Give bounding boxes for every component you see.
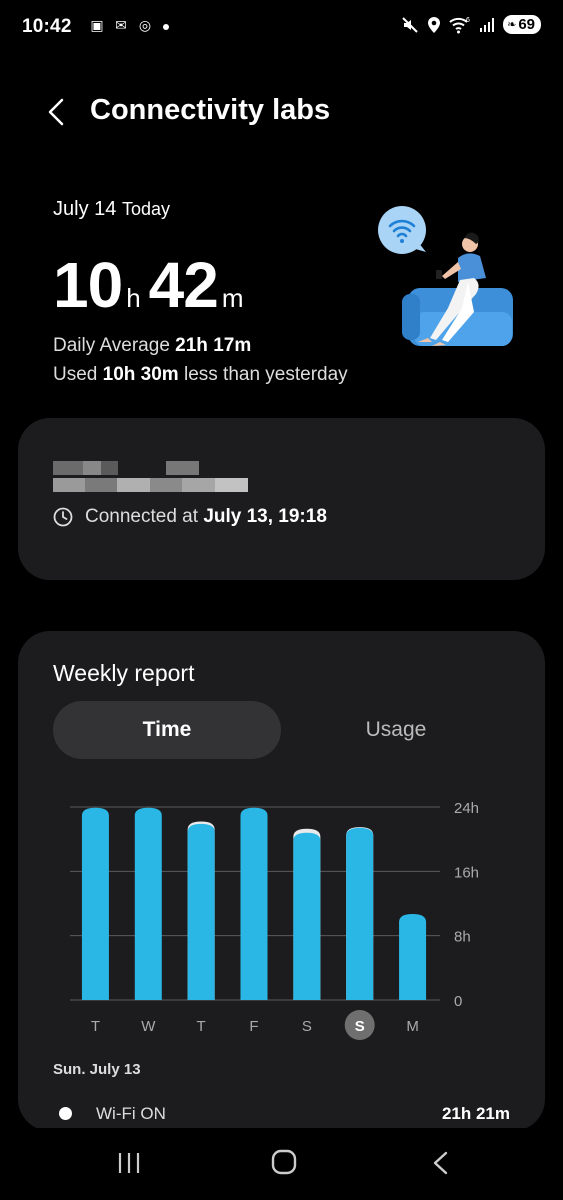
bar bbox=[240, 807, 268, 1000]
weekly-bar-chart: 24h 16h 8h 0 T W T F S S M bbox=[70, 800, 479, 1040]
chevron-left-icon bbox=[48, 98, 64, 126]
bar bbox=[81, 807, 109, 1000]
hours-unit: h bbox=[126, 283, 141, 313]
notification-dot bbox=[163, 24, 169, 30]
summary-date: July 14 Today bbox=[53, 198, 170, 221]
minutes-unit: m bbox=[221, 283, 244, 313]
x-tick-label: T bbox=[197, 1018, 206, 1035]
y-tick-label: 0 bbox=[454, 993, 462, 1010]
recents-icon bbox=[118, 1153, 140, 1173]
home-button[interactable] bbox=[270, 1148, 298, 1176]
x-tick-label: F bbox=[249, 1018, 258, 1035]
used-suffix: less than yesterday bbox=[183, 364, 348, 385]
network-name-redacted bbox=[53, 461, 248, 495]
y-tick-label: 16h bbox=[454, 864, 479, 881]
clock-icon bbox=[53, 507, 73, 527]
total-time: 10 h 42 m bbox=[53, 248, 252, 322]
legend-label: Wi-Fi ON bbox=[96, 1104, 166, 1123]
signal-icon bbox=[480, 17, 495, 32]
back-button[interactable] bbox=[44, 96, 68, 128]
connection-card[interactable] bbox=[18, 418, 545, 580]
recents-button[interactable] bbox=[116, 1150, 142, 1176]
svg-text:6: 6 bbox=[466, 17, 470, 24]
status-icons-left: ▣ ✉ ◎ bbox=[88, 16, 154, 34]
page-title: Connectivity labs bbox=[90, 94, 331, 126]
legend-value: 21h 21m bbox=[441, 1104, 510, 1123]
bar bbox=[293, 832, 321, 1000]
status-time: 10:42 bbox=[22, 16, 72, 37]
connected-at: Connected at July 13, 19:18 bbox=[53, 506, 327, 528]
selected-date: Sun. July 13 bbox=[53, 1061, 141, 1078]
legend-dot bbox=[59, 1107, 72, 1120]
tab-time[interactable]: Time bbox=[53, 701, 281, 759]
used-comparison: Used 10h 30m less than yesterday bbox=[53, 364, 348, 386]
today-label: Today bbox=[121, 199, 170, 219]
y-tick-label: 8h bbox=[454, 929, 471, 946]
accessibility-icon: ◎ bbox=[138, 17, 152, 33]
bar bbox=[187, 823, 215, 1000]
wifi-6-icon: 6 bbox=[449, 17, 470, 33]
used-value: 10h 30m bbox=[102, 364, 179, 385]
back-icon bbox=[433, 1151, 448, 1175]
x-tick-label: M bbox=[406, 1018, 419, 1035]
connected-value: July 13, 19:18 bbox=[203, 506, 327, 527]
daily-average: Daily Average 21h 17m bbox=[53, 335, 251, 357]
screenshot-icon: ▣ bbox=[90, 17, 104, 33]
minutes-value: 42 bbox=[148, 249, 219, 321]
battery-level: 69 bbox=[518, 16, 535, 33]
mute-icon bbox=[402, 16, 418, 33]
x-tick-label: T bbox=[91, 1018, 100, 1035]
bar bbox=[134, 807, 162, 1000]
x-tick-label: S bbox=[302, 1018, 312, 1035]
location-icon bbox=[428, 16, 441, 33]
connected-prefix: Connected at bbox=[85, 506, 199, 527]
battery-icon: ❧ 69 bbox=[503, 15, 541, 34]
back-nav-button[interactable] bbox=[430, 1150, 450, 1176]
hours-value: 10 bbox=[53, 249, 123, 321]
date-value: July 14 bbox=[53, 198, 117, 220]
messenger-icon: ✉ bbox=[115, 17, 127, 33]
person-on-sofa-illustration bbox=[378, 206, 513, 346]
y-tick-label: 24h bbox=[454, 800, 479, 817]
x-tick-label: W bbox=[141, 1018, 156, 1035]
status-icons-right: 6 ❧ 69 bbox=[401, 15, 541, 34]
home-icon bbox=[271, 1149, 297, 1175]
avg-label: Daily Average bbox=[53, 335, 170, 356]
avg-value: 21h 17m bbox=[175, 335, 252, 356]
tab-usage[interactable]: Usage bbox=[282, 701, 510, 759]
bar bbox=[399, 913, 427, 1000]
weekly-report-title: Weekly report bbox=[53, 660, 195, 686]
x-tick-label: S bbox=[355, 1018, 365, 1035]
used-prefix: Used bbox=[53, 364, 98, 385]
bar bbox=[346, 827, 374, 1000]
